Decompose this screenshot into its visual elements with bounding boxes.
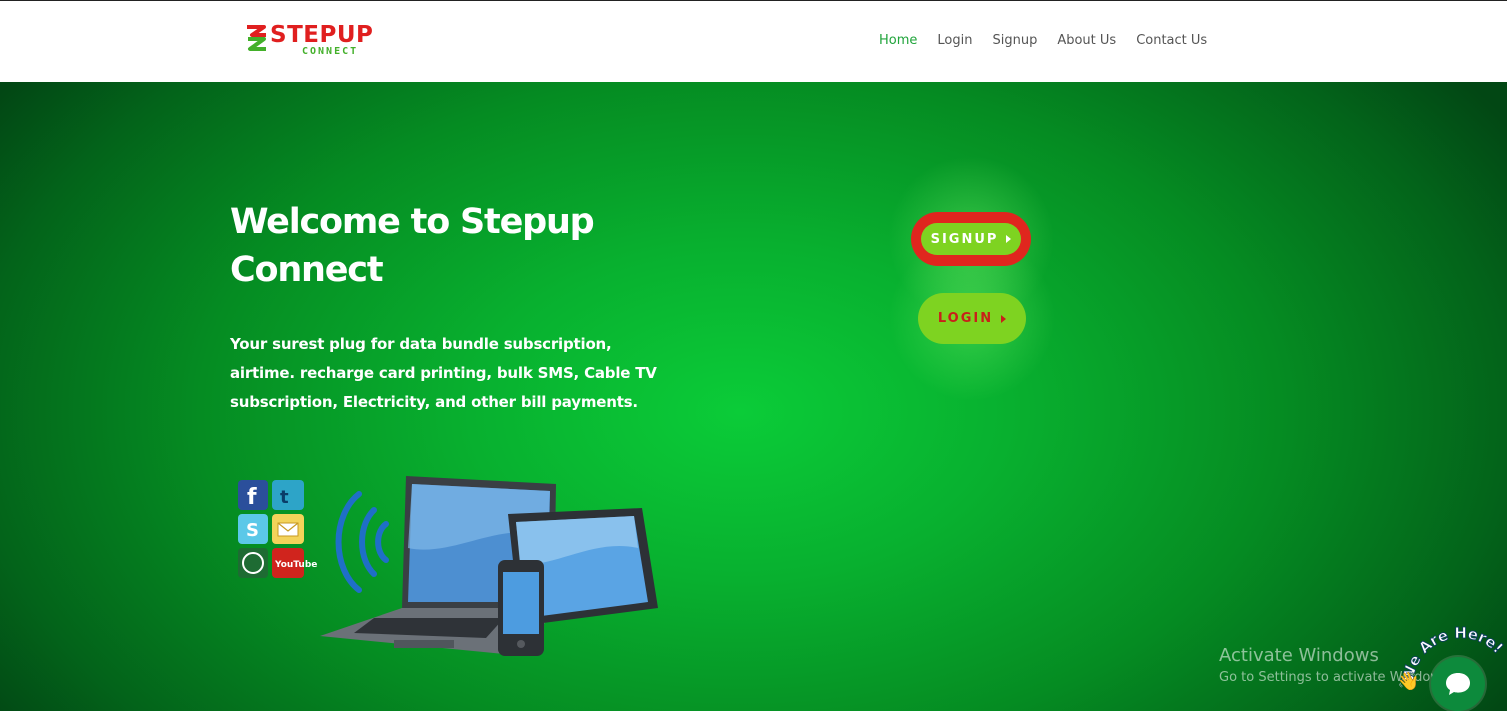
login-button-label: LOGIN xyxy=(937,311,994,326)
nav-home[interactable]: Home xyxy=(879,32,917,50)
logo-mark-icon xyxy=(247,25,266,51)
svg-text:YouTube: YouTube xyxy=(274,560,317,570)
signup-button-label: SIGNUP xyxy=(930,231,999,247)
hero-description: Your surest plug for data bundle subscri… xyxy=(230,335,657,411)
svg-text:f: f xyxy=(247,485,257,510)
devices-illustration: f t S YouTube xyxy=(238,476,658,656)
nav-login[interactable]: Login xyxy=(937,32,972,50)
svg-text:S: S xyxy=(246,520,259,541)
caret-right-icon xyxy=(1001,314,1007,323)
nav-signup[interactable]: Signup xyxy=(992,32,1037,50)
hero-title: Welcome to Stepup Connect xyxy=(230,202,595,290)
chat-widget[interactable]: We Are Here! 👋 xyxy=(1395,624,1507,711)
waving-hand-icon: 👋 xyxy=(1397,671,1419,692)
logo-text: STEPUP xyxy=(270,22,374,48)
main-nav: Home Login Signup About Us Contact Us xyxy=(879,32,1207,50)
site-header: STEPUP CONNECT Home Login Signup About U… xyxy=(0,1,1507,82)
signup-button[interactable]: SIGNUP xyxy=(921,223,1021,255)
caret-right-icon xyxy=(1006,235,1012,243)
svg-text:t: t xyxy=(280,487,289,508)
phone-image xyxy=(498,560,544,656)
login-button[interactable]: LOGIN xyxy=(918,293,1026,344)
social-app-icons: f t S YouTube xyxy=(238,480,317,578)
hero-section: Welcome to Stepup Connect Your surest pl… xyxy=(0,82,1507,711)
logo-subtext: CONNECT xyxy=(302,46,359,57)
wifi-waves-icon xyxy=(335,491,389,593)
nav-about-us[interactable]: About Us xyxy=(1057,32,1116,50)
chat-bubble-icon xyxy=(1446,673,1470,695)
site-logo[interactable]: STEPUP CONNECT xyxy=(244,21,374,63)
chat-open-button[interactable] xyxy=(1431,657,1485,711)
nav-contact-us[interactable]: Contact Us xyxy=(1136,32,1207,50)
